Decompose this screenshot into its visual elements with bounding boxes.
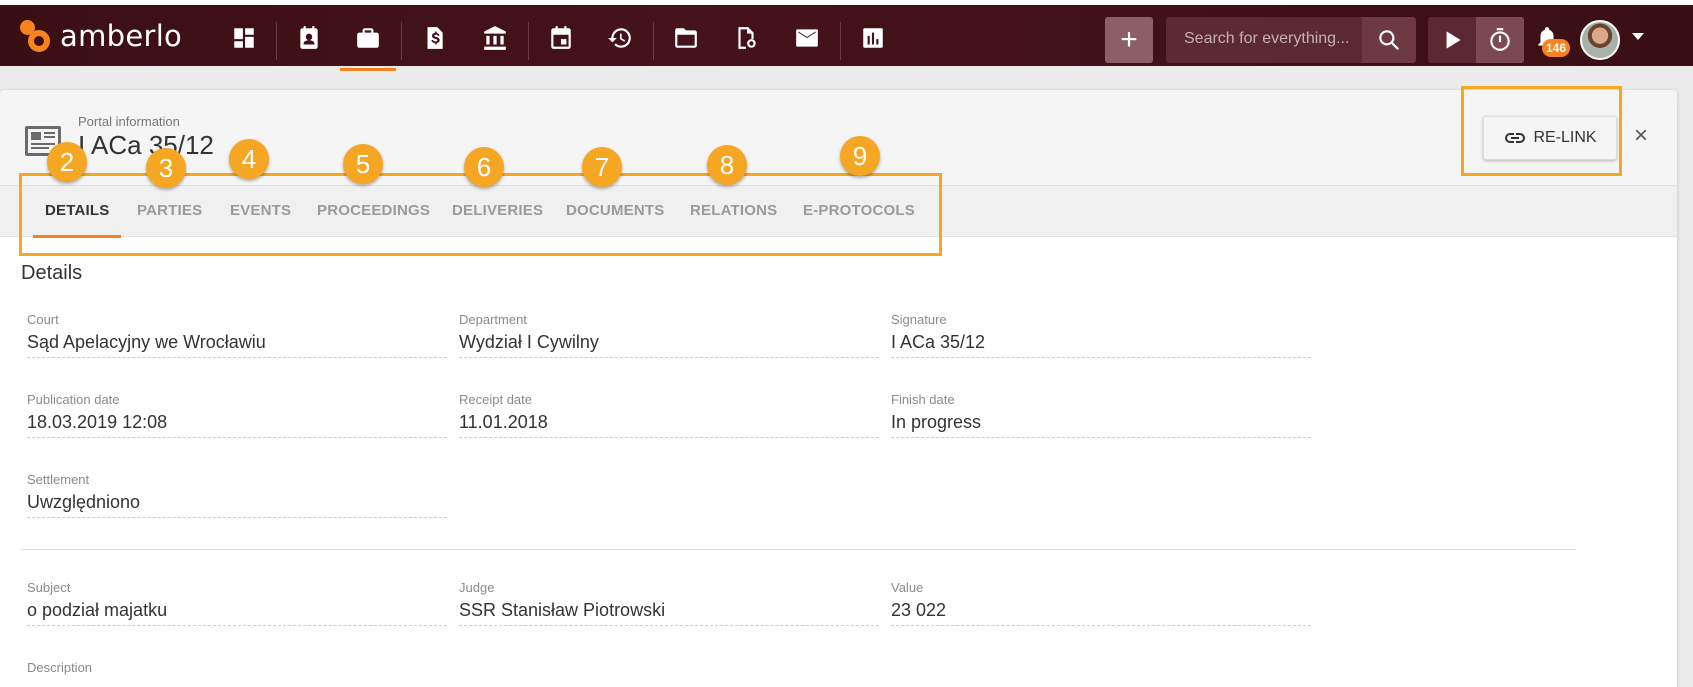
stopwatch-button[interactable] bbox=[1476, 17, 1524, 63]
tab-parties[interactable]: PARTIES bbox=[125, 186, 214, 238]
tab-details[interactable]: DETAILS bbox=[33, 186, 122, 238]
field-value: 11.01.2018 bbox=[459, 412, 548, 432]
marker-4: 4 bbox=[229, 139, 269, 179]
field-value: SSR Stanisław Piotrowski bbox=[459, 600, 666, 620]
app-logo[interactable]: amberlo bbox=[20, 19, 182, 53]
tab-relations[interactable]: RELATIONS bbox=[678, 186, 789, 238]
field-value: o podział majatku bbox=[27, 600, 168, 620]
add-button[interactable]: + bbox=[1105, 17, 1153, 63]
stopwatch-icon bbox=[1490, 28, 1510, 51]
billing-icon[interactable] bbox=[406, 15, 462, 61]
tabs-bar: DETAILS PARTIES EVENTS PROCEEDINGS DELIV… bbox=[0, 185, 1677, 238]
marker-5: 5 bbox=[343, 144, 383, 184]
marker-9: 9 bbox=[840, 136, 880, 176]
marker-2: 2 bbox=[47, 142, 87, 182]
chevron-down-icon[interactable] bbox=[1632, 33, 1644, 40]
field-value: 23 022 bbox=[891, 600, 947, 620]
link-icon bbox=[1505, 133, 1526, 143]
receipt-date-field: Receipt date 11.01.2018 bbox=[459, 392, 879, 438]
play-icon bbox=[1446, 31, 1461, 49]
top-navigation-bar: amberlo + Search for everything... 146 bbox=[0, 0, 1693, 71]
field-label: Description bbox=[27, 660, 93, 675]
search-input[interactable]: Search for everything... bbox=[1166, 17, 1362, 63]
search-icon bbox=[1379, 30, 1399, 50]
page-title: I ACa 35/12 bbox=[78, 130, 214, 160]
tab-e-protocols[interactable]: E-PROTOCOLS bbox=[791, 186, 927, 238]
reports-icon[interactable] bbox=[845, 15, 901, 61]
time-history-icon[interactable] bbox=[592, 15, 648, 61]
settlement-field: Settlement Uwzględniono bbox=[27, 472, 447, 518]
contacts-icon[interactable] bbox=[281, 15, 337, 61]
tab-proceedings[interactable]: PROCEEDINGS bbox=[305, 186, 442, 238]
description-field: Description bbox=[27, 660, 447, 687]
field-label: Judge bbox=[459, 580, 495, 595]
value-field: Value 23 022 bbox=[891, 580, 1311, 626]
field-label: Receipt date bbox=[459, 392, 532, 407]
start-timer-button[interactable] bbox=[1428, 17, 1476, 63]
folder-icon[interactable] bbox=[658, 15, 714, 61]
tab-deliveries[interactable]: DELIVERIES bbox=[440, 186, 555, 238]
field-value: I ACa 35/12 bbox=[891, 332, 986, 352]
field-label: Finish date bbox=[891, 392, 955, 407]
dashboard-icon[interactable] bbox=[216, 15, 272, 61]
field-value: 18.03.2019 12:08 bbox=[27, 412, 168, 432]
section-divider bbox=[21, 549, 1576, 550]
tab-documents[interactable]: DOCUMENTS bbox=[554, 186, 676, 238]
field-label: Settlement bbox=[27, 472, 90, 487]
portal-information-panel: Portal information I ACa 35/12 RE-LINK ×… bbox=[0, 90, 1677, 687]
mail-icon[interactable] bbox=[779, 15, 835, 61]
relink-button[interactable]: RE-LINK bbox=[1483, 116, 1617, 160]
field-value: Sąd Apelacyjny we Wrocławiu bbox=[27, 332, 266, 352]
bank-icon[interactable] bbox=[467, 15, 523, 61]
field-label: Court bbox=[27, 312, 59, 327]
field-label: Value bbox=[891, 580, 924, 595]
court-field: Court Sąd Apelacyjny we Wrocławiu bbox=[27, 312, 447, 358]
tab-events[interactable]: EVENTS bbox=[218, 186, 303, 238]
signature-field: Signature I ACa 35/12 bbox=[891, 312, 1311, 358]
marker-7: 7 bbox=[582, 147, 622, 187]
field-label: Subject bbox=[27, 580, 71, 595]
field-label: Publication date bbox=[27, 392, 120, 407]
marker-6: 6 bbox=[464, 147, 504, 187]
publication-date-field: Publication date 18.03.2019 12:08 bbox=[27, 392, 447, 438]
marker-8: 8 bbox=[707, 145, 747, 185]
plus-icon: + bbox=[1120, 23, 1138, 56]
finish-date-field: Finish date In progress bbox=[891, 392, 1311, 438]
field-value: Uwzględniono bbox=[27, 492, 141, 512]
judge-field: Judge SSR Stanisław Piotrowski bbox=[459, 580, 879, 626]
marker-3: 3 bbox=[146, 148, 186, 188]
notification-count-badge: 146 bbox=[1542, 39, 1571, 57]
field-label: Signature bbox=[891, 312, 947, 327]
certificate-icon[interactable] bbox=[718, 15, 774, 61]
app-name: amberlo bbox=[60, 19, 183, 53]
user-avatar[interactable] bbox=[1580, 20, 1620, 60]
close-icon[interactable]: × bbox=[1630, 122, 1652, 152]
field-label: Department bbox=[459, 312, 527, 327]
section-title: Details bbox=[21, 262, 83, 284]
briefcase-icon[interactable] bbox=[340, 15, 396, 71]
field-value: In progress bbox=[891, 412, 982, 432]
amberlo-logo-icon bbox=[20, 20, 52, 52]
panel-subtitle: Portal information bbox=[78, 114, 180, 129]
department-field: Department Wydział I Cywilny bbox=[459, 312, 879, 358]
relink-label: RE-LINK bbox=[1533, 129, 1597, 146]
search-button[interactable] bbox=[1362, 17, 1416, 63]
field-value: Wydział I Cywilny bbox=[459, 332, 599, 352]
subject-field: Subject o podział majatku bbox=[27, 580, 447, 626]
calendar-icon[interactable] bbox=[533, 15, 589, 61]
